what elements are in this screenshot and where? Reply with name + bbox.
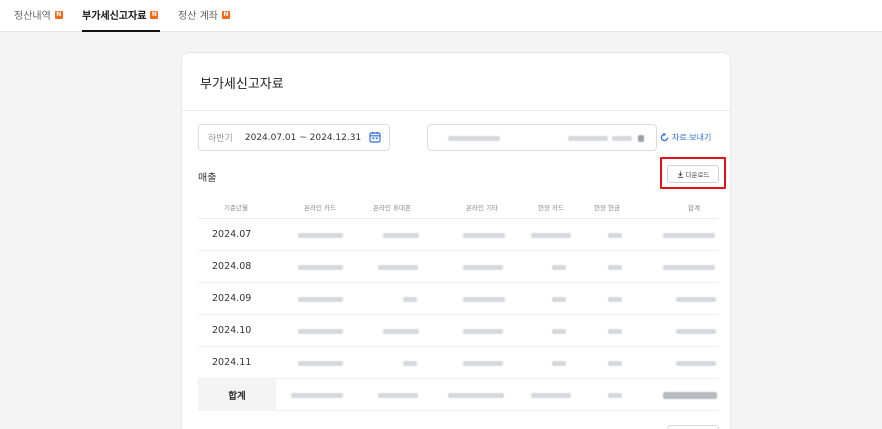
column-header: 온라인 카드 [304, 204, 336, 212]
date-range-value: 2024.07.01 ~ 2024.12.31 [244, 132, 362, 143]
redacted-value [608, 233, 622, 238]
redacted-value [298, 233, 343, 238]
month-cell: 2024.08 [212, 261, 252, 272]
card-title: 부가세신고자료 [200, 77, 284, 92]
sales-section-label: 매출 [198, 173, 217, 184]
redacted-value [676, 361, 716, 366]
column-header: 현장 현금 [594, 204, 620, 212]
month-cell: 2024.11 [212, 357, 252, 368]
period-label: 하반기 [208, 134, 233, 144]
redacted-value [291, 393, 343, 398]
date-range-picker[interactable]: 하반기 2024.07.01 ~ 2024.12.31 [198, 124, 390, 151]
redacted-value [552, 297, 566, 302]
month-cell: 2024.09 [212, 293, 252, 304]
tab-label: 정산 계좌 [178, 11, 218, 22]
table-header: 기준년월 온라인 카드 온라인 휴대폰 온라인 기타 현장 카드 현장 현금 합… [198, 193, 718, 219]
redacted-value [552, 265, 566, 270]
new-badge: N [150, 10, 159, 19]
sales-table: 기준년월 온라인 카드 온라인 휴대폰 온라인 기타 현장 카드 현장 현금 합… [198, 193, 718, 411]
column-header: 기준년월 [224, 204, 248, 212]
table-row: 2024.10 [198, 315, 718, 347]
redacted-text [638, 135, 644, 142]
column-header: 합계 [688, 204, 700, 212]
top-navigation: 정산내역 N 부가세신고자료 N 정산 계좌 N [0, 0, 882, 32]
redacted-value [552, 361, 566, 366]
redacted-value [608, 329, 622, 334]
tab-label: 부가세신고자료 [82, 11, 147, 22]
redacted-value [608, 297, 622, 302]
redacted-value [463, 297, 505, 302]
month-cell: 2024.10 [212, 325, 252, 336]
download-label: 다운로드 [685, 171, 710, 179]
redacted-text [568, 136, 608, 141]
redacted-value [663, 265, 715, 270]
redacted-value [298, 297, 343, 302]
redacted-value [531, 233, 571, 238]
tab-settlement-account[interactable]: 정산 계좌 N [178, 7, 230, 22]
redacted-value [608, 393, 622, 398]
redacted-value [383, 233, 419, 238]
account-field[interactable] [427, 124, 657, 151]
total-label-cell: 합계 [198, 379, 276, 411]
redacted-value [552, 329, 566, 334]
redacted-value [298, 329, 343, 334]
tab-vat-report[interactable]: 부가세신고자료 N [82, 7, 159, 22]
redacted-value [676, 297, 716, 302]
redacted-value [663, 392, 717, 399]
table-row: 2024.08 [198, 251, 718, 283]
table-row: 2024.11 [198, 347, 718, 379]
redacted-text [448, 136, 500, 141]
total-row: 합계 [198, 379, 718, 411]
table-row: 2024.09 [198, 283, 718, 315]
redacted-value [403, 361, 417, 366]
new-badge: N [54, 10, 63, 19]
redacted-value [403, 297, 417, 302]
download-button[interactable]: 다운로드 [667, 165, 719, 183]
pagination-button[interactable] [667, 425, 719, 429]
calendar-icon[interactable] [369, 131, 381, 143]
redacted-value [298, 361, 343, 366]
redacted-value [663, 233, 715, 238]
redacted-value [531, 393, 571, 398]
column-header: 현장 카드 [538, 204, 564, 212]
month-cell: 2024.07 [212, 229, 252, 240]
redacted-value [448, 393, 504, 398]
send-data-link[interactable]: 자료 보내기 [660, 132, 711, 143]
new-badge: N [221, 10, 230, 19]
redacted-value [463, 233, 505, 238]
redacted-value [463, 329, 503, 334]
redacted-value [463, 265, 503, 270]
send-data-label: 자료 보내기 [672, 133, 712, 142]
redacted-text [612, 136, 632, 141]
divider [182, 110, 730, 111]
redacted-value [378, 393, 418, 398]
column-header: 온라인 휴대폰 [373, 204, 411, 212]
redacted-value [463, 361, 503, 366]
download-icon [677, 170, 683, 178]
tab-label: 정산내역 [14, 11, 51, 22]
active-tab-indicator [82, 30, 160, 32]
redacted-value [378, 265, 418, 270]
redacted-value [298, 265, 343, 270]
redacted-value [383, 329, 419, 334]
redacted-value [608, 265, 622, 270]
redacted-value [608, 361, 622, 366]
refresh-icon [660, 133, 669, 142]
column-header: 온라인 기타 [466, 204, 498, 212]
redacted-value [676, 329, 716, 334]
table-row: 2024.07 [198, 219, 718, 251]
tab-settlement-history[interactable]: 정산내역 N [14, 7, 63, 22]
vat-report-card: 부가세신고자료 하반기 2024.07.01 ~ 2024.12.31 자료 보… [181, 52, 731, 429]
